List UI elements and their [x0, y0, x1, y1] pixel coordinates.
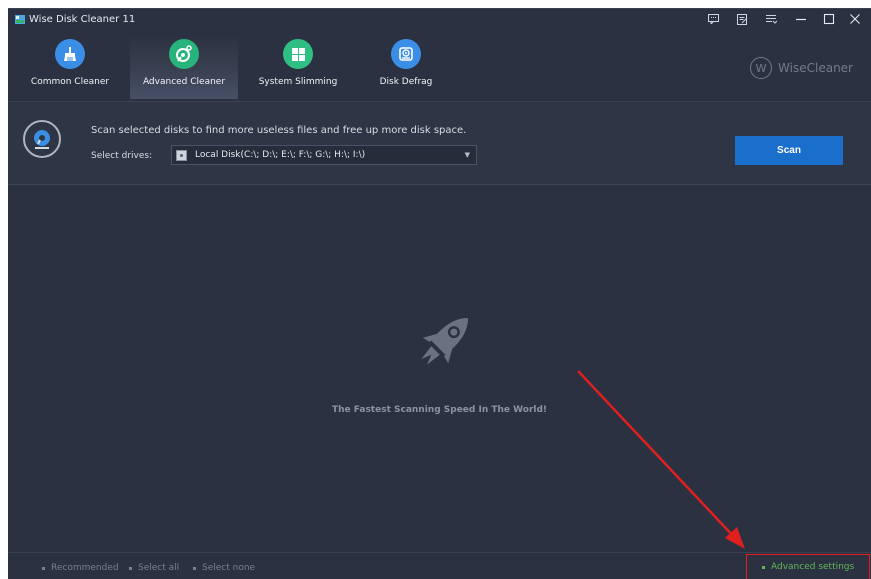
brand-name: WiseCleaner — [778, 61, 853, 75]
tool-label: System Slimming — [258, 77, 338, 87]
select-none-link[interactable]: Select none — [193, 563, 255, 573]
tool-advanced-cleaner[interactable]: Advanced Cleaner — [130, 35, 238, 99]
close-icon[interactable] — [843, 10, 867, 28]
advanced-settings-link[interactable]: Advanced settings — [746, 554, 870, 579]
defrag-icon — [391, 39, 421, 69]
tool-disk-defrag[interactable]: Disk Defrag — [368, 35, 444, 99]
select-all-label: Select all — [138, 563, 180, 573]
rocket-icon — [421, 317, 469, 365]
drive-select-value: Local Disk(C:\; D:\; E:\; F:\; G:\; H:\;… — [195, 150, 366, 160]
tool-label: Disk Defrag — [379, 77, 433, 87]
tool-system-slimming[interactable]: System Slimming — [253, 35, 343, 99]
app-window: Wise Disk Cleaner 11 Common Cleaner Adva… — [8, 8, 871, 579]
tool-label: Common Cleaner — [30, 77, 110, 87]
bullet-icon — [762, 565, 765, 569]
bottom-bar: Recommended Select all Select none Advan… — [8, 552, 871, 579]
broom-icon — [55, 39, 85, 69]
maximize-icon[interactable] — [817, 10, 841, 28]
wisecleaner-logo-icon: W — [750, 57, 773, 79]
drive-select[interactable]: Local Disk(C:\; D:\; E:\; F:\; G:\; H:\;… — [171, 145, 477, 165]
minimize-icon[interactable] — [789, 10, 813, 28]
windows-icon — [283, 39, 313, 69]
app-logo-icon — [15, 15, 25, 24]
scan-panel: Scan selected disks to find more useless… — [8, 102, 871, 185]
bullet-icon — [129, 566, 132, 570]
bullet-icon — [42, 566, 45, 570]
scan-description: Scan selected disks to find more useless… — [91, 125, 467, 136]
tool-label: Advanced Cleaner — [142, 77, 226, 87]
app-title: Wise Disk Cleaner 11 — [29, 14, 136, 25]
advanced-settings-label: Advanced settings — [771, 562, 855, 572]
title-bar: Wise Disk Cleaner 11 — [8, 9, 871, 31]
menu-icon[interactable] — [759, 10, 783, 28]
select-drives-label: Select drives: — [91, 151, 153, 161]
chevron-down-icon: ▼ — [464, 151, 470, 159]
disk-scan-icon — [169, 39, 199, 69]
feedback-icon[interactable] — [701, 10, 725, 28]
tagline: The Fastest Scanning Speed In The World! — [331, 405, 548, 415]
disk-scan-large-icon — [23, 120, 61, 158]
brand[interactable]: W WiseCleaner — [750, 57, 853, 79]
recommended-link[interactable]: Recommended — [42, 563, 119, 573]
main-toolbar: Common Cleaner Advanced Cleaner System S… — [8, 31, 871, 101]
local-disk-icon — [176, 149, 187, 161]
scan-button[interactable]: Scan — [735, 136, 843, 165]
notes-icon[interactable] — [730, 10, 754, 28]
select-all-link[interactable]: Select all — [129, 563, 179, 573]
tool-common-cleaner[interactable]: Common Cleaner — [30, 35, 110, 99]
select-none-label: Select none — [202, 563, 256, 573]
bullet-icon — [193, 566, 196, 570]
main-area: The Fastest Scanning Speed In The World! — [8, 186, 871, 551]
recommended-label: Recommended — [51, 563, 119, 573]
